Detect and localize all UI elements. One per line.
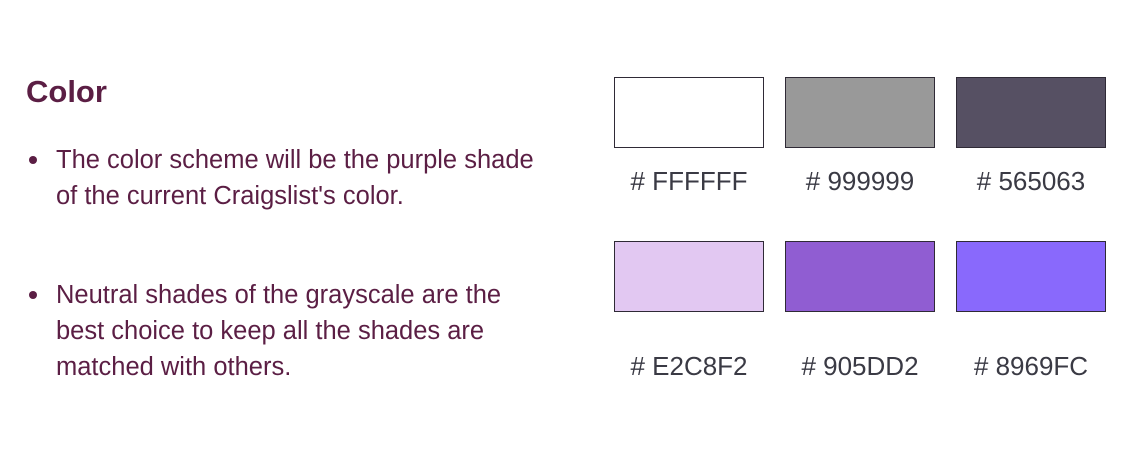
bullet-item-neutral-shades: Neutral shades of the grayscale are the … — [26, 277, 546, 385]
color-swatch-white — [614, 77, 764, 148]
color-swatch-dark-gray — [956, 77, 1106, 148]
hex-label-violet: # 8969FC — [973, 351, 1089, 381]
color-swatch-violet — [956, 241, 1106, 312]
hex-label-white: # FFFFFF — [630, 166, 748, 196]
color-swatch-gray — [785, 77, 935, 148]
hex-label-light-purple: # E2C8F2 — [630, 351, 748, 381]
bullet-dot-icon — [29, 291, 37, 299]
bullet-dot-icon — [29, 156, 37, 164]
bullet-text: Neutral shades of the grayscale are the … — [56, 281, 502, 381]
color-swatch-purple — [785, 241, 935, 312]
bullet-item-color-scheme: The color scheme will be the purple shad… — [26, 142, 546, 214]
hex-label-gray: # 999999 — [805, 166, 915, 196]
hex-label-dark-gray: # 565063 — [976, 166, 1086, 196]
color-swatch-light-purple — [614, 241, 764, 312]
bullet-text: The color scheme will be the purple shad… — [56, 146, 534, 210]
hex-label-purple: # 905DD2 — [801, 351, 919, 381]
section-title: Color — [26, 74, 107, 109]
